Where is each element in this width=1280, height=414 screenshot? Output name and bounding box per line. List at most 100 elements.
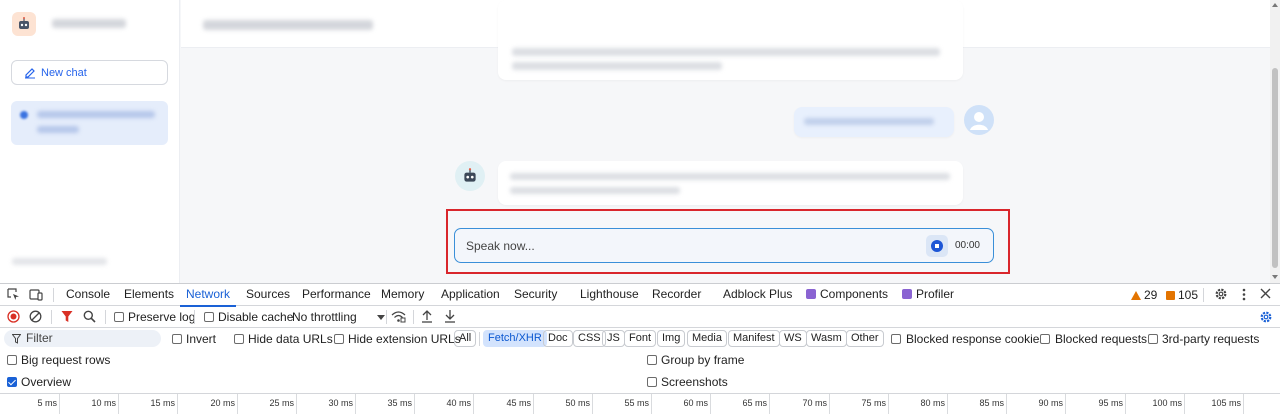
scroll-up-icon[interactable] bbox=[1272, 3, 1278, 7]
filter-placeholder: Filter bbox=[26, 331, 53, 345]
timeline-gridline bbox=[355, 394, 356, 414]
tab-lighthouse[interactable]: Lighthouse bbox=[580, 287, 639, 303]
divider bbox=[194, 310, 195, 324]
chip-js[interactable]: JS bbox=[602, 330, 625, 347]
timeline-gridline bbox=[118, 394, 119, 414]
stop-recording-button[interactable] bbox=[925, 234, 948, 257]
timeline-tick-label: 50 ms bbox=[565, 398, 590, 408]
tab-recorder[interactable]: Recorder bbox=[652, 287, 701, 303]
gear-icon[interactable] bbox=[1214, 287, 1228, 301]
timeline-tick-label: 60 ms bbox=[683, 398, 708, 408]
chip-font[interactable]: Font bbox=[624, 330, 657, 347]
issues-count: 105 bbox=[1178, 288, 1199, 302]
blocked-response-cookies-checkbox[interactable] bbox=[891, 334, 901, 344]
conversation-dot-icon bbox=[20, 111, 28, 119]
timeline-tick-label: 25 ms bbox=[269, 398, 294, 408]
chip-css[interactable]: CSS bbox=[573, 330, 606, 347]
invert-checkbox[interactable] bbox=[172, 334, 182, 344]
export-har-icon[interactable] bbox=[444, 309, 456, 323]
timeline-gridline bbox=[829, 394, 830, 414]
timeline-gridline bbox=[1006, 394, 1007, 414]
issues-counter[interactable]: 105 bbox=[1166, 288, 1198, 302]
timeline-tick-label: 15 ms bbox=[150, 398, 175, 408]
chip-other[interactable]: Other bbox=[846, 330, 884, 347]
hide-extension-urls-checkbox[interactable] bbox=[334, 334, 344, 344]
third-party-requests-checkbox[interactable] bbox=[1148, 334, 1158, 344]
tab-console[interactable]: Console bbox=[66, 287, 110, 303]
tab-profiler[interactable]: Profiler bbox=[902, 287, 954, 303]
tab-adblock-plus[interactable]: Adblock Plus bbox=[723, 287, 792, 303]
tab-elements[interactable]: Elements bbox=[124, 287, 174, 303]
search-icon[interactable] bbox=[83, 310, 96, 323]
bot-avatar bbox=[455, 161, 485, 191]
disable-cache-label: Disable cache bbox=[218, 310, 294, 324]
tab-application[interactable]: Application bbox=[441, 287, 500, 303]
big-request-rows-label: Big request rows bbox=[21, 353, 111, 367]
sidebar: New chat bbox=[0, 0, 180, 283]
conversation-item[interactable] bbox=[11, 101, 168, 145]
message-line-blurred bbox=[510, 173, 950, 180]
new-chat-label: New chat bbox=[41, 66, 87, 79]
import-har-icon[interactable] bbox=[421, 309, 433, 323]
edit-icon bbox=[25, 67, 35, 78]
chip-manifest[interactable]: Manifest bbox=[728, 330, 780, 347]
tab-performance[interactable]: Performance bbox=[302, 287, 371, 303]
divider bbox=[53, 288, 54, 302]
tab-components[interactable]: Components bbox=[806, 287, 888, 303]
network-conditions-icon[interactable] bbox=[391, 310, 406, 323]
blocked-requests-checkbox[interactable] bbox=[1040, 334, 1050, 344]
screenshots-checkbox[interactable] bbox=[647, 377, 657, 387]
chip-fetch-xhr[interactable]: Fetch/XHR bbox=[483, 330, 547, 347]
filter-input[interactable]: Filter bbox=[4, 330, 161, 347]
group-by-frame-label: Group by frame bbox=[661, 353, 745, 367]
disable-cache-checkbox[interactable] bbox=[204, 312, 214, 322]
chip-img[interactable]: Img bbox=[657, 330, 686, 347]
warnings-counter[interactable]: 29 bbox=[1131, 288, 1157, 302]
new-chat-button[interactable]: New chat bbox=[11, 60, 168, 85]
preserve-log-checkbox[interactable] bbox=[114, 312, 124, 322]
timeline-tick-label: 90 ms bbox=[1038, 398, 1063, 408]
chip-ws[interactable]: WS bbox=[779, 330, 807, 347]
message-line-blurred bbox=[510, 187, 680, 194]
user-icon bbox=[970, 112, 988, 130]
warning-icon bbox=[1131, 291, 1141, 300]
inspect-element-icon[interactable] bbox=[7, 288, 20, 301]
scroll-down-icon[interactable] bbox=[1272, 275, 1278, 279]
tab-sources[interactable]: Sources bbox=[246, 287, 290, 303]
chip-wasm[interactable]: Wasm bbox=[806, 330, 847, 347]
timeline-gridline bbox=[533, 394, 534, 414]
tab-network[interactable]: Network bbox=[179, 287, 237, 307]
record-stop-icon[interactable] bbox=[7, 310, 20, 323]
page-scrollbar[interactable] bbox=[1270, 0, 1280, 283]
overview-checkbox[interactable] bbox=[7, 377, 17, 387]
chip-media[interactable]: Media bbox=[687, 330, 727, 347]
group-by-frame-checkbox[interactable] bbox=[647, 355, 657, 365]
more-options-icon[interactable] bbox=[1241, 288, 1247, 301]
voice-input[interactable]: Speak now... 00:00 bbox=[454, 228, 994, 263]
tab-components-label: Components bbox=[820, 287, 889, 301]
clear-icon[interactable] bbox=[29, 310, 42, 323]
user-avatar bbox=[964, 105, 994, 135]
divider bbox=[479, 332, 480, 346]
device-toolbar-icon[interactable] bbox=[29, 288, 43, 301]
overview-timeline[interactable]: 5 ms 10 ms 15 ms 20 ms 25 ms 30 ms 35 ms 40 ms 4… bbox=[0, 393, 1280, 414]
timeline-tick-label: 95 ms bbox=[1098, 398, 1123, 408]
network-settings-gear-icon[interactable] bbox=[1259, 310, 1273, 324]
chip-all[interactable]: All bbox=[454, 330, 477, 347]
timeline-tick-label: 105 ms bbox=[1211, 398, 1241, 408]
throttling-select[interactable]: No throttling bbox=[292, 310, 386, 324]
tab-memory[interactable]: Memory bbox=[381, 287, 424, 303]
divider bbox=[413, 310, 414, 324]
chip-doc[interactable]: Doc bbox=[543, 330, 573, 347]
hide-data-urls-checkbox[interactable] bbox=[234, 334, 244, 344]
filter-funnel-icon[interactable] bbox=[61, 310, 73, 323]
hide-extension-urls-label: Hide extension URLs bbox=[348, 332, 461, 346]
timeline-gridline bbox=[296, 394, 297, 414]
big-request-rows-checkbox[interactable] bbox=[7, 355, 17, 365]
scrollbar-thumb[interactable] bbox=[1272, 68, 1278, 268]
tab-security[interactable]: Security bbox=[514, 287, 557, 303]
blocked-requests-label: Blocked requests bbox=[1055, 332, 1148, 346]
close-icon[interactable] bbox=[1260, 288, 1271, 299]
bot-message bbox=[498, 0, 963, 80]
timeline-tick-label: 55 ms bbox=[624, 398, 649, 408]
